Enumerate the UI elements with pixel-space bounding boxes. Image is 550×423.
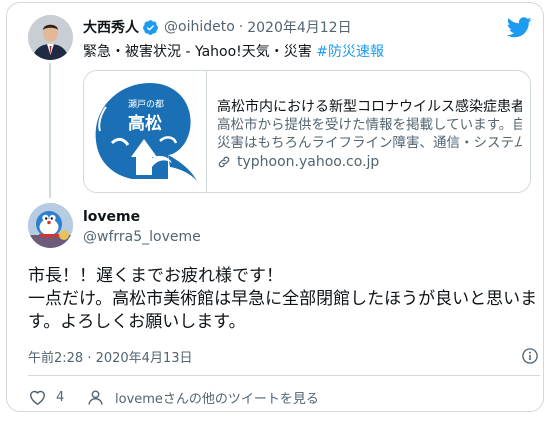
parent-tweet-header: 大西秀人 @oihideto · 2020年4月12日 [83, 17, 352, 37]
reply-tweet-text: 市長！！遅くまでお疲れ様です！ 一点だけ。高松市美術館は早急に全部閉館したほうが… [28, 265, 538, 334]
reply-timestamp[interactable]: 午前2:28 · 2020年4月13日 [28, 347, 193, 366]
person-icon[interactable] [86, 388, 105, 407]
info-icon[interactable] [521, 347, 539, 365]
link-description-line: 高松市から提供を受けた情報を掲載しています。自然 [217, 117, 522, 133]
reply-text-line: 市長！！遅くまでお疲れ様です！ [28, 266, 283, 286]
verified-badge-icon [143, 19, 158, 35]
tweet-embed-card: 大西秀人 @oihideto · 2020年4月12日 緊急・被害状況 - Ya… [6, 2, 544, 412]
parent-tweet-text: 緊急・被害状況 - Yahoo!天気・災害 #防災速報 [83, 41, 384, 61]
link-title: 高松市内における新型コロナウイルス感染症患者（... [217, 99, 522, 115]
link-icon [218, 156, 230, 168]
twitter-logo-icon[interactable] [507, 17, 532, 38]
link-description: 高松市から提供を受けた情報を掲載しています。自然 災害はもちろんライフライン障害… [217, 116, 522, 152]
link-preview-card[interactable]: 瀬戸の都 高松 高松市内における新型コロナウイルス感染症患者（... 高松市から… [83, 70, 531, 193]
action-bar: 4 lovemeさんの他のツイートを見る [28, 387, 319, 407]
takamatsu-city-logo: 瀬戸の都 高松 [95, 83, 197, 181]
reply-author-name[interactable]: loveme [83, 209, 140, 225]
thread-connector-line [49, 63, 51, 198]
parent-tweet-text-body: 緊急・被害状況 - Yahoo!天気・災害 [83, 44, 317, 60]
header-separator: · [238, 19, 244, 35]
hashtag-link[interactable]: #防災速報 [316, 44, 384, 60]
divider [28, 375, 540, 376]
link-description-line: 災害はもちろんライフライン障害、通信・システム障害... [217, 135, 522, 151]
reply-author-avatar[interactable] [28, 203, 73, 248]
parent-author-handle[interactable]: @oihideto [164, 19, 235, 35]
reply-author-handle[interactable]: @wfrra5_loveme [83, 229, 201, 245]
heart-icon[interactable] [28, 388, 47, 407]
more-tweets-link[interactable]: lovemeさんの他のツイートを見る [115, 388, 319, 407]
logo-small-text: 瀬戸の都 [128, 98, 164, 110]
reply-text-line: す。よろしくお願いします。 [28, 312, 246, 332]
parent-author-avatar[interactable] [28, 15, 73, 60]
parent-tweet-date[interactable]: 2020年4月12日 [247, 17, 351, 37]
link-domain-text: typhoon.yahoo.co.jp [237, 154, 380, 170]
like-count[interactable]: 4 [56, 390, 86, 405]
link-domain: typhoon.yahoo.co.jp [217, 154, 379, 170]
link-thumbnail: 瀬戸の都 高松 [84, 71, 207, 192]
logo-large-text: 高松 [128, 113, 162, 134]
reply-text-line: 一点だけ。高松市美術館は早急に全部閉館したほうが良いと思いま [28, 289, 538, 309]
parent-author-name[interactable]: 大西秀人 [83, 17, 139, 37]
